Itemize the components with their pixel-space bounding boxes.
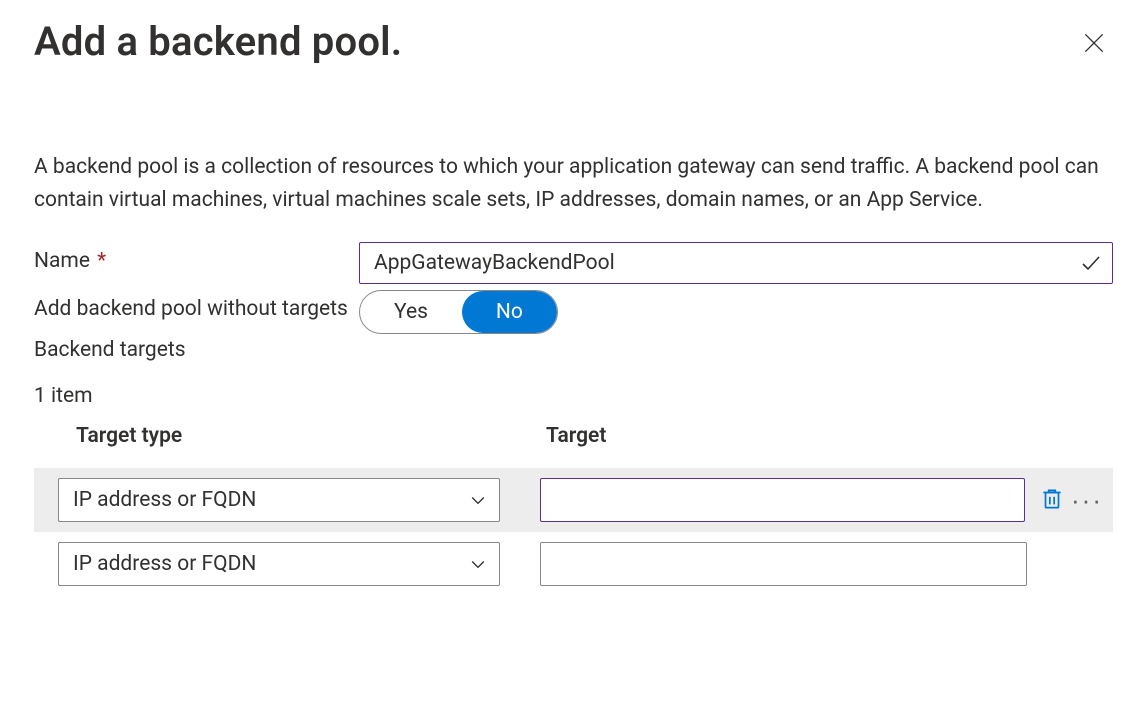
- required-asterisk: *: [90, 249, 106, 273]
- name-input[interactable]: [359, 242, 1113, 284]
- without-targets-label: Add backend pool without targets: [34, 290, 359, 323]
- backend-targets-label: Backend targets: [34, 338, 1113, 362]
- delete-row-button[interactable]: [1035, 482, 1069, 519]
- name-label: Name *: [34, 242, 359, 275]
- target-input[interactable]: [540, 478, 1025, 522]
- checkmark-icon: [1079, 251, 1103, 275]
- row-more-button[interactable]: ···: [1069, 485, 1105, 515]
- trash-icon: [1039, 486, 1065, 512]
- toggle-no[interactable]: No: [462, 291, 557, 333]
- table-row: IP address or FQDN: [34, 532, 1113, 596]
- without-targets-toggle[interactable]: Yes No: [359, 290, 558, 334]
- more-icon: ···: [1071, 485, 1103, 515]
- target-type-select[interactable]: IP address or FQDN: [58, 542, 500, 586]
- item-count: 1 item: [34, 384, 1113, 408]
- close-icon: [1081, 30, 1107, 56]
- close-button[interactable]: [1075, 24, 1113, 65]
- column-header-type: Target type: [76, 424, 546, 448]
- description-text: A backend pool is a collection of resour…: [34, 151, 1113, 216]
- toggle-yes[interactable]: Yes: [360, 291, 462, 333]
- table-row: IP address or FQDN ···: [34, 468, 1113, 532]
- target-type-select[interactable]: IP address or FQDN: [58, 478, 500, 522]
- column-header-target: Target: [546, 424, 1071, 448]
- page-title: Add a backend pool.: [34, 18, 402, 65]
- target-input[interactable]: [540, 542, 1027, 586]
- targets-grid: Target type Target IP address or FQDN ··…: [34, 420, 1113, 596]
